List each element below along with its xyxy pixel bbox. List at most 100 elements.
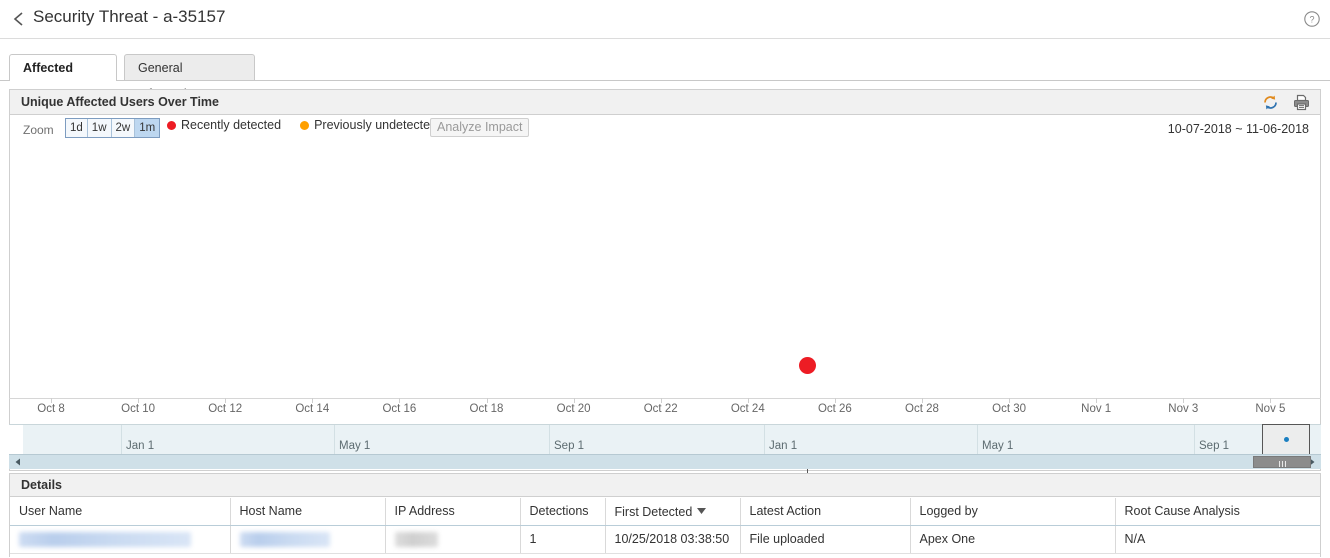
column-label: Detections xyxy=(530,504,589,518)
chart-panel-title: Unique Affected Users Over Time xyxy=(21,95,219,109)
details-panel-title: Details xyxy=(21,478,62,492)
x-axis-tick-label: Oct 18 xyxy=(470,403,504,415)
cell-latest-action: File uploaded xyxy=(740,525,910,553)
column-label: Root Cause Analysis xyxy=(1125,504,1240,518)
top-bar: Security Threat - a-35157 ? xyxy=(0,0,1330,38)
tab-underline xyxy=(0,80,1330,81)
details-panel: Details User Name Host Name IP Address D… xyxy=(9,473,1321,557)
chart-panel-actions xyxy=(1261,93,1311,112)
x-axis-tick-label: Nov 1 xyxy=(1081,403,1111,415)
column-label: IP Address xyxy=(395,504,455,518)
navigator-tick-label: Sep 1 xyxy=(1199,440,1229,452)
navigator-gridline xyxy=(334,425,335,455)
refresh-icon[interactable] xyxy=(1261,93,1280,112)
sort-descending-icon xyxy=(697,504,706,518)
navigator-tick-label: Jan 1 xyxy=(126,440,154,452)
x-axis-tick-label: Oct 10 xyxy=(121,403,155,415)
redacted-user-name xyxy=(19,532,191,547)
navigator-selection-window[interactable] xyxy=(1262,424,1310,455)
scrollbar-thumb[interactable] xyxy=(1253,456,1311,468)
navigator-gridline xyxy=(977,425,978,455)
svg-text:?: ? xyxy=(1309,14,1314,24)
x-axis-tick-label: Oct 30 xyxy=(992,403,1026,415)
x-axis-tick-label: Oct 26 xyxy=(818,403,852,415)
print-icon[interactable] xyxy=(1292,93,1311,112)
x-axis-line xyxy=(9,398,1321,399)
table-header-row: User Name Host Name IP Address Detection… xyxy=(10,498,1320,525)
chart-date-range: 10-07-2018 ~ 11-06-2018 xyxy=(1168,122,1309,136)
scroll-left-arrow-icon[interactable] xyxy=(11,455,25,469)
legend-dot-previously-undetected xyxy=(300,121,309,130)
navigator-gridline xyxy=(1194,425,1195,455)
chart-navigator[interactable]: Jan 1 May 1 Sep 1 Jan 1 May 1 Sep 1 xyxy=(9,424,1321,454)
x-axis-tick-label: Nov 5 xyxy=(1255,403,1285,415)
legend-label-recently-detected: Recently detected xyxy=(181,118,281,132)
x-axis-tick-label: Oct 8 xyxy=(37,403,64,415)
navigator-tick-label: Jan 1 xyxy=(769,440,797,452)
navigator-tick-label: Sep 1 xyxy=(554,440,584,452)
column-header-host-name[interactable]: Host Name xyxy=(230,498,385,525)
back-chevron-icon[interactable] xyxy=(10,9,28,29)
redacted-ip-address xyxy=(395,532,438,547)
navigator-left-pad xyxy=(9,425,23,455)
legend-label-previously-undetected: Previously undetected xyxy=(314,118,437,132)
analyze-impact-button[interactable]: Analyze Impact xyxy=(430,118,529,137)
cell-first-detected: 10/25/2018 03:38:50 xyxy=(605,525,740,553)
table-row[interactable]: 1 10/25/2018 03:38:50 File uploaded Apex… xyxy=(10,525,1320,553)
x-axis-tick-label: Oct 22 xyxy=(644,403,678,415)
x-axis-tick-label: Oct 12 xyxy=(208,403,242,415)
cell-root-cause-analysis: N/A xyxy=(1115,525,1320,553)
column-label: Latest Action xyxy=(750,504,822,518)
cell-host-name xyxy=(230,525,385,553)
zoom-label: Zoom xyxy=(23,123,54,137)
chart-legend: Recently detected Previously undetected xyxy=(167,118,437,132)
tab-affected-users[interactable]: Affected Users xyxy=(9,54,117,80)
redacted-host-name xyxy=(240,532,330,547)
cell-user-name xyxy=(10,525,230,553)
navigator-scrollbar[interactable] xyxy=(9,454,1321,469)
chart-panel-header: Unique Affected Users Over Time xyxy=(10,90,1320,115)
navigator-gridline xyxy=(549,425,550,455)
header-divider xyxy=(0,38,1330,39)
security-threat-page: Security Threat - a-35157 ? Affected Use… xyxy=(0,0,1330,558)
x-axis-tick-label: Oct 20 xyxy=(557,403,591,415)
page-title: Security Threat - a-35157 xyxy=(33,7,225,27)
column-header-latest-action[interactable]: Latest Action xyxy=(740,498,910,525)
navigator-tick-label: May 1 xyxy=(339,440,370,452)
cell-logged-by: Apex One xyxy=(910,525,1115,553)
zoom-button-1m[interactable]: 1m xyxy=(135,119,159,137)
column-label: Logged by xyxy=(920,504,978,518)
tab-active-mask xyxy=(10,80,116,81)
navigator-selection-point xyxy=(1284,437,1289,442)
zoom-button-2w[interactable]: 2w xyxy=(112,119,136,137)
column-header-root-cause-analysis[interactable]: Root Cause Analysis xyxy=(1115,498,1320,525)
cell-ip-address xyxy=(385,525,520,553)
column-label: User Name xyxy=(19,504,82,518)
column-header-detections[interactable]: Detections xyxy=(520,498,605,525)
chart-toolbar: Zoom 1d 1w 2w 1m Recently detected Previ… xyxy=(10,116,1320,146)
details-panel-header: Details xyxy=(10,474,1320,497)
column-header-logged-by[interactable]: Logged by xyxy=(910,498,1115,525)
details-table: User Name Host Name IP Address Detection… xyxy=(10,498,1320,554)
x-axis-tick-label: Oct 24 xyxy=(731,403,765,415)
zoom-button-1w[interactable]: 1w xyxy=(88,119,112,137)
column-label: Host Name xyxy=(240,504,303,518)
x-axis-tick-label: Nov 3 xyxy=(1168,403,1198,415)
navigator-gridline xyxy=(764,425,765,455)
x-axis-tick-label: Oct 28 xyxy=(905,403,939,415)
x-axis-tick-label: Oct 16 xyxy=(382,403,416,415)
legend-dot-recently-detected xyxy=(167,121,176,130)
column-header-ip-address[interactable]: IP Address xyxy=(385,498,520,525)
column-header-first-detected[interactable]: First Detected xyxy=(605,498,740,525)
zoom-range-group: 1d 1w 2w 1m xyxy=(65,118,160,138)
column-header-user-name[interactable]: User Name xyxy=(10,498,230,525)
threat-node-dot[interactable] xyxy=(799,357,816,374)
x-axis-tick-label: Oct 14 xyxy=(295,403,329,415)
cell-detections: 1 xyxy=(520,525,605,553)
tab-general-information[interactable]: General Information xyxy=(124,54,255,80)
column-label: First Detected xyxy=(615,505,693,519)
navigator-tick-label: May 1 xyxy=(982,440,1013,452)
help-circle-icon[interactable]: ? xyxy=(1303,10,1321,28)
zoom-button-1d[interactable]: 1d xyxy=(66,119,88,137)
chart-x-axis: Oct 8 Oct 10 Oct 12 Oct 14 Oct 16 Oct 18 Oct 2… xyxy=(0,398,1330,421)
